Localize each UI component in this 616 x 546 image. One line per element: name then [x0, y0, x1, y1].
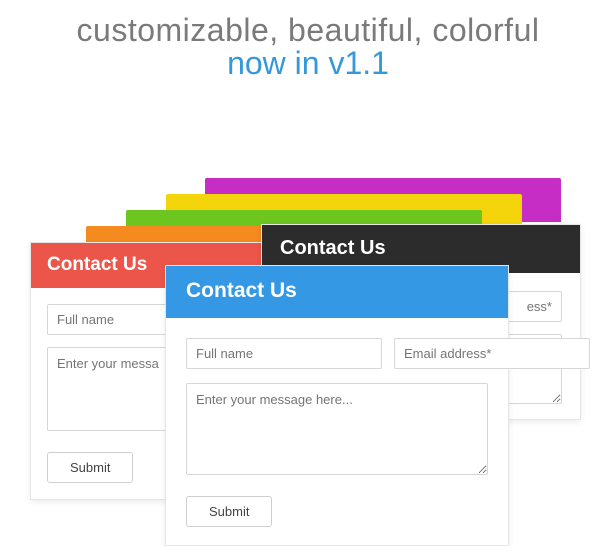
- submit-button[interactable]: Submit: [186, 496, 272, 527]
- headline-line-2: now in v1.1: [0, 45, 616, 82]
- contact-card-blue: Contact Us Submit: [165, 265, 509, 546]
- fullname-input[interactable]: [186, 338, 382, 369]
- card-stage: Contact Us Submit Contact Us Contact Us …: [0, 82, 616, 482]
- headline-line-1: customizable, beautiful, colorful: [0, 12, 616, 49]
- headline: customizable, beautiful, colorful now in…: [0, 0, 616, 82]
- field-row: [186, 338, 488, 369]
- message-textarea[interactable]: [186, 383, 488, 475]
- email-input[interactable]: [394, 338, 590, 369]
- submit-button[interactable]: Submit: [47, 452, 133, 483]
- card-body: Submit: [166, 318, 508, 545]
- card-title: Contact Us: [166, 266, 508, 318]
